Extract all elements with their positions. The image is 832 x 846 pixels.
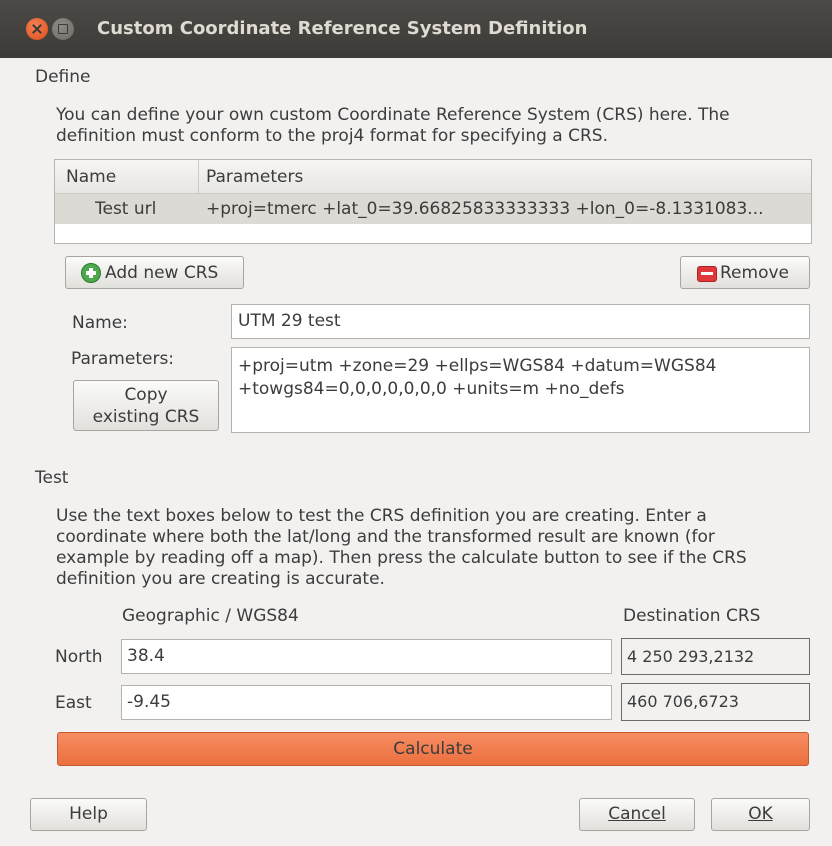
east-input[interactable]: -9.45 — [121, 685, 612, 720]
copy-button-line1: Copy — [124, 385, 168, 405]
test-description-line4: definition you are creating is accurate. — [56, 569, 385, 589]
minus-icon — [697, 266, 717, 282]
parameters-line1: +proj=utm +zone=29 +ellps=WGS84 +datum=W… — [238, 356, 717, 376]
east-label: East — [55, 693, 92, 713]
close-icon[interactable] — [26, 18, 48, 40]
cancel-label: Cancel — [608, 804, 666, 824]
add-new-crs-button[interactable]: Add new CRS — [65, 256, 244, 289]
minimize-icon[interactable] — [52, 18, 74, 40]
calculate-button[interactable]: Calculate — [57, 732, 809, 766]
north-result: 4 250 293,2132 — [621, 638, 810, 675]
copy-button-line2: existing CRS — [92, 407, 200, 427]
ok-button[interactable]: OK — [711, 798, 810, 831]
copy-existing-crs-button[interactable]: Copy existing CRS — [73, 380, 219, 431]
add-new-crs-label: Add new CRS — [105, 263, 219, 283]
crs-definition-dialog: Custom Coordinate Reference System Defin… — [0, 0, 832, 846]
test-section-label: Test — [35, 468, 69, 488]
parameters-line2: +towgs84=0,0,0,0,0,0,0 +units=m +no_defs — [238, 379, 625, 399]
row-parameters-cell: +proj=tmerc +lat_0=39.66825833333333 +lo… — [206, 199, 764, 219]
remove-label: Remove — [720, 263, 789, 283]
parameters-label: Parameters: — [71, 349, 175, 369]
column-divider — [198, 160, 199, 193]
cancel-button[interactable]: Cancel — [579, 798, 695, 831]
title-bar: Custom Coordinate Reference System Defin… — [0, 0, 832, 58]
window-title: Custom Coordinate Reference System Defin… — [97, 18, 588, 39]
define-section-label: Define — [35, 67, 91, 87]
parameters-textarea[interactable]: +proj=utm +zone=29 +ellps=WGS84 +datum=W… — [231, 347, 810, 433]
north-label: North — [55, 647, 103, 667]
destination-header: Destination CRS — [623, 606, 761, 626]
column-header-name[interactable]: Name — [66, 167, 116, 187]
row-name-cell: Test url — [95, 199, 157, 219]
north-input[interactable]: 38.4 — [121, 639, 612, 674]
ok-label: OK — [748, 804, 773, 824]
name-input[interactable]: UTM 29 test — [231, 304, 810, 339]
column-header-parameters[interactable]: Parameters — [206, 167, 303, 187]
test-description-line2: coordinate where both the lat/long and t… — [56, 527, 715, 547]
plus-icon — [81, 263, 101, 283]
help-button[interactable]: Help — [30, 798, 147, 831]
define-description-line2: definition must conform to the proj4 for… — [56, 126, 608, 146]
geographic-header: Geographic / WGS84 — [122, 606, 299, 626]
remove-button[interactable]: Remove — [680, 256, 810, 289]
east-result: 460 706,6723 — [621, 683, 810, 721]
test-description-line3: example by reading off a map). Then pres… — [56, 548, 747, 568]
crs-table[interactable]: Name Parameters Test url +proj=tmerc +la… — [54, 159, 812, 244]
test-description-line1: Use the text boxes below to test the CRS… — [56, 506, 707, 526]
table-row[interactable]: Test url +proj=tmerc +lat_0=39.668258333… — [55, 194, 811, 224]
name-label: Name: — [72, 313, 128, 333]
table-header: Name Parameters — [55, 160, 811, 194]
define-description-line1: You can define your own custom Coordinat… — [56, 105, 730, 125]
